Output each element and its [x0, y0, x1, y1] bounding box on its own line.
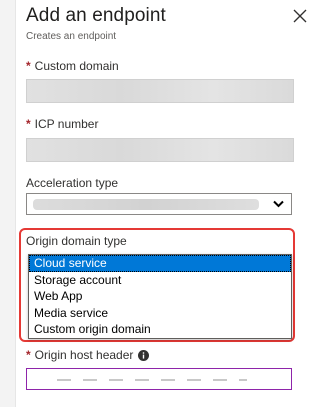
dropdown-option[interactable]: Media service	[29, 305, 291, 322]
info-icon[interactable]	[138, 350, 150, 361]
panel-title: Add an endpoint	[26, 5, 166, 26]
required-marker: *	[26, 348, 31, 362]
origin-domain-type-dropdown[interactable]: Cloud service Storage account Web App Me…	[28, 254, 292, 339]
close-button[interactable]	[291, 7, 309, 25]
icp-number-label: * ICP number	[26, 117, 98, 131]
dropdown-option[interactable]: Storage account	[29, 272, 291, 289]
origin-host-header-value	[57, 379, 247, 381]
dropdown-option[interactable]: Cloud service	[29, 255, 291, 272]
close-icon	[293, 9, 307, 23]
icp-number-input[interactable]	[26, 138, 294, 162]
custom-domain-label: * Custom domain	[26, 59, 119, 73]
origin-host-header-input[interactable]	[26, 368, 292, 390]
acceleration-type-select[interactable]	[26, 193, 292, 215]
origin-host-header-label: * Origin host header	[26, 348, 150, 362]
acceleration-type-label: Acceleration type	[26, 176, 119, 190]
origin-host-header-label-text: Origin host header	[34, 348, 134, 362]
acceleration-type-value	[33, 199, 259, 210]
custom-domain-label-text: Custom domain	[34, 59, 119, 73]
background-panel-strip	[0, 0, 16, 407]
dropdown-option[interactable]: Custom origin domain	[29, 321, 291, 338]
icp-number-label-text: ICP number	[34, 117, 99, 131]
panel-subtitle: Creates an endpoint	[26, 31, 117, 42]
custom-domain-input[interactable]	[26, 79, 294, 103]
chevron-down-icon	[273, 200, 284, 208]
required-marker: *	[26, 117, 31, 131]
origin-domain-type-label: Origin domain type	[26, 234, 127, 248]
dropdown-option[interactable]: Web App	[29, 288, 291, 305]
required-marker: *	[26, 59, 31, 73]
